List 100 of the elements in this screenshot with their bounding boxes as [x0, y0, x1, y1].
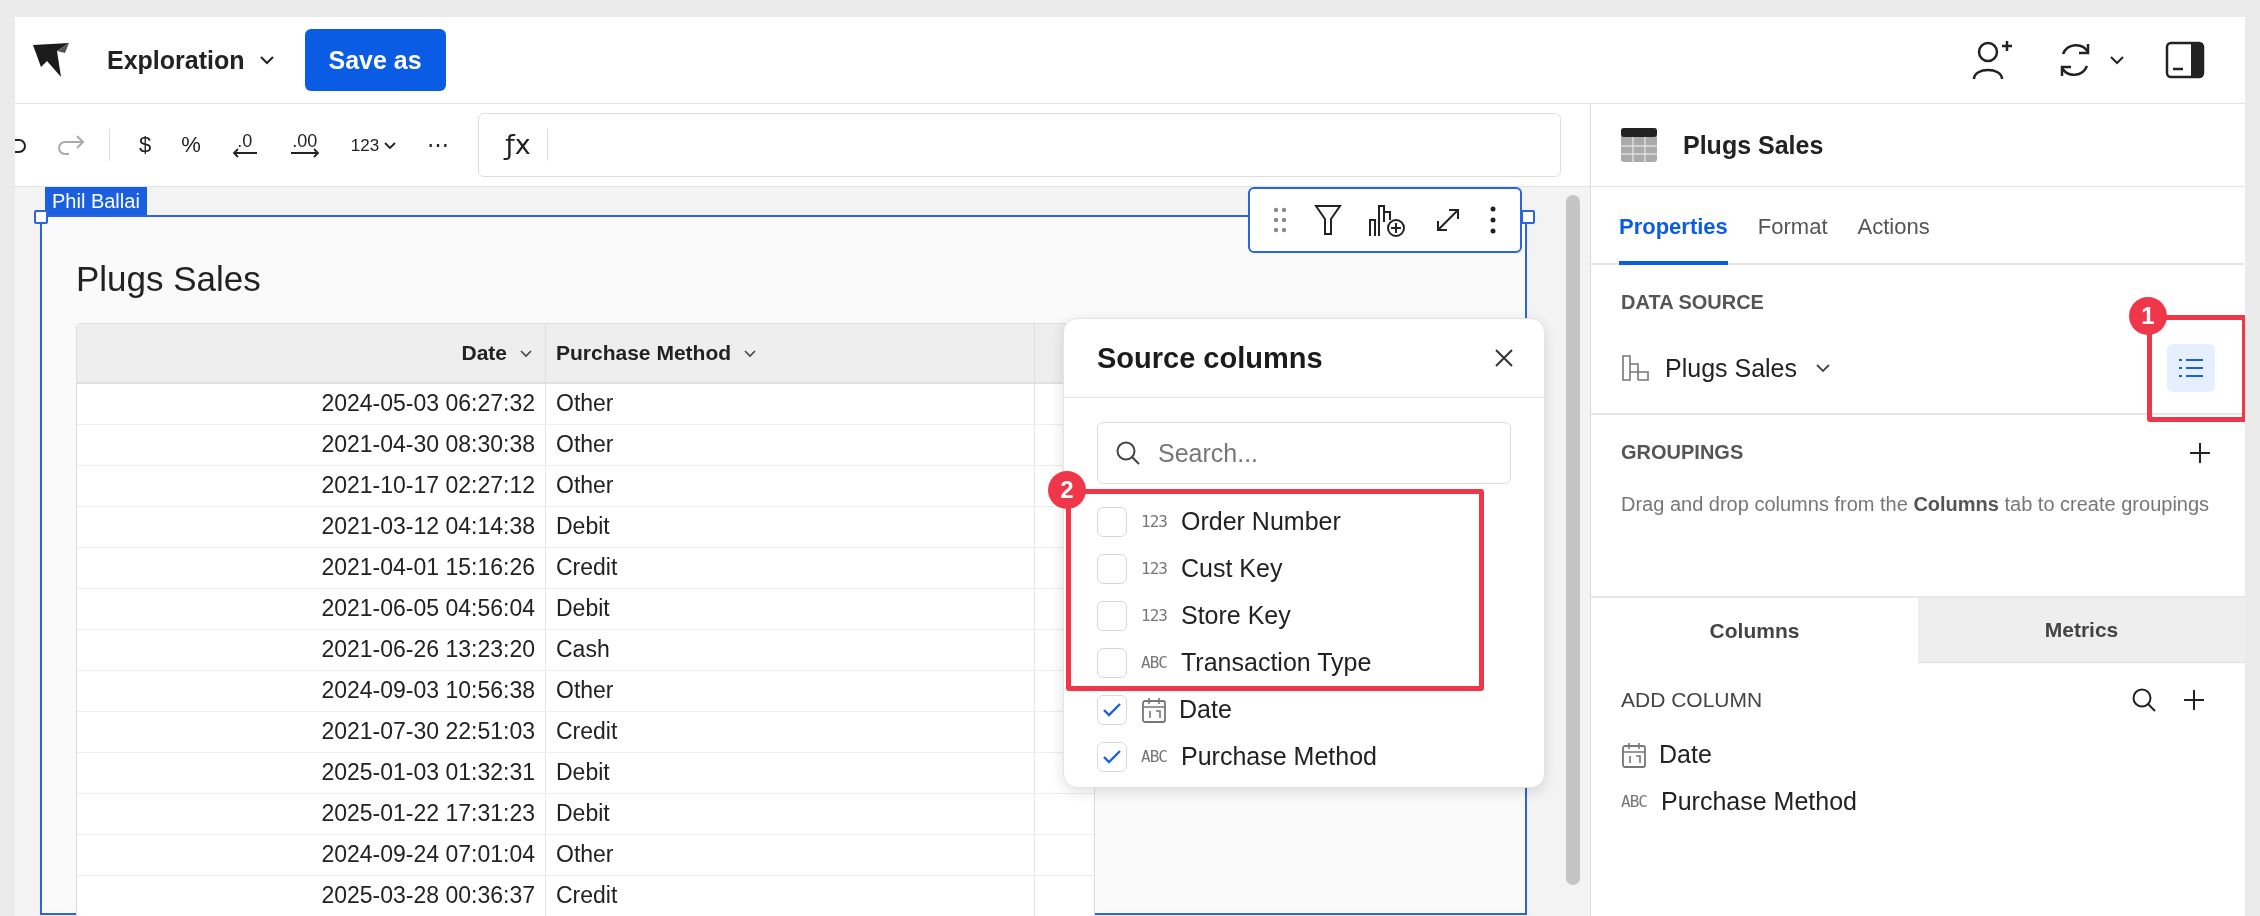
filter-icon[interactable]: [1313, 204, 1342, 236]
table-cell: 2021-06-26 13:23:20: [77, 630, 546, 670]
checkbox[interactable]: [1097, 553, 1127, 584]
table-cell: Other: [546, 384, 1035, 424]
column-name[interactable]: Date: [1659, 740, 1712, 769]
table-cell: 2025-01-22 17:31:23: [77, 794, 546, 834]
table-cell: Other: [546, 466, 1035, 506]
element-title: Plugs Sales: [76, 258, 262, 300]
function-label: ƒx: [503, 128, 532, 162]
groupings-hint: Drag and drop columns from the Columns tab to create groupings: [1621, 492, 2211, 517]
table-cell: 2024-09-03 10:56:38: [77, 671, 546, 711]
panel-tab[interactable]: Metrics: [1918, 598, 2245, 663]
logo-icon: [31, 41, 71, 79]
section-heading: DATA SOURCE: [1621, 291, 1765, 314]
column-header[interactable]: Purchase Method: [546, 324, 1035, 382]
table-cell: Debit: [546, 507, 1035, 547]
search-icon: [1115, 440, 1141, 466]
section-heading: ADD COLUMN: [1621, 688, 1763, 712]
checkbox[interactable]: [1097, 647, 1127, 678]
table-cell: 2021-03-12 04:14:38: [77, 507, 546, 547]
caret-icon: [258, 55, 275, 65]
formula-bar[interactable]: ƒx: [478, 113, 1562, 177]
column-name: Order Number: [1181, 507, 1341, 536]
table-cell: 2021-04-01 15:16:26: [77, 548, 546, 588]
add-user-icon[interactable]: [1971, 39, 2015, 81]
close-icon[interactable]: [1494, 348, 1514, 368]
caret-icon: [1815, 363, 1832, 373]
column-name: Purchase Method: [1181, 742, 1377, 771]
table-cell: 2021-04-30 08:30:38: [77, 425, 546, 465]
type-label: 123: [1141, 512, 1168, 531]
table-cell: Other: [546, 671, 1035, 711]
add-icon[interactable]: [2183, 689, 2205, 711]
calendar-icon: [1621, 740, 1647, 769]
table-cell: Other: [546, 425, 1035, 465]
table-cell: Credit: [546, 548, 1035, 588]
step-badge: 1: [2129, 297, 2167, 335]
type-label: ABC: [1141, 747, 1168, 766]
table-cell: 2021-10-17 02:27:12: [77, 466, 546, 506]
check-icon: [1102, 748, 1122, 765]
panel-tab[interactable]: Format: [1757, 187, 1828, 265]
format-button[interactable]: $: [127, 120, 164, 170]
column-name: Date: [1179, 695, 1232, 724]
format-button[interactable]: .0: [218, 120, 271, 170]
more-icon[interactable]: [1488, 206, 1497, 234]
caret-icon[interactable]: [2109, 55, 2125, 65]
column-header[interactable]: Date: [77, 324, 546, 382]
source-columns-button[interactable]: [2167, 344, 2215, 392]
table-cell: Other: [546, 835, 1035, 875]
panel-tab[interactable]: Properties: [1619, 187, 1728, 265]
table-cell: 2021-06-05 04:56:04: [77, 589, 546, 629]
column-name[interactable]: Purchase Method: [1661, 787, 1857, 816]
add-icon[interactable]: [2189, 441, 2211, 464]
resize-handle[interactable]: [34, 210, 48, 224]
check-icon: [1102, 701, 1122, 718]
table-cell: 2024-05-03 06:27:32: [77, 384, 546, 424]
checkbox[interactable]: [1097, 506, 1127, 537]
list-icon: [2178, 358, 2204, 378]
section-heading: GROUPINGS: [1621, 441, 1744, 464]
table-cell: Credit: [546, 876, 1035, 916]
type-label: ABC: [1621, 792, 1648, 811]
table-cell: 2025-03-28 00:36:37: [77, 876, 546, 916]
column-name: Store Key: [1181, 601, 1291, 630]
popup-title: Source columns: [1097, 341, 1323, 375]
drag-handle-icon[interactable]: [1273, 207, 1288, 233]
caret-icon: [383, 140, 398, 150]
caret-icon[interactable]: [743, 348, 758, 358]
left-arrow-icon: [230, 148, 259, 158]
checkbox[interactable]: [1097, 694, 1127, 725]
panel-title: Plugs Sales: [1683, 130, 1824, 160]
checkbox[interactable]: [1097, 741, 1127, 772]
table-cell: Cash: [546, 630, 1035, 670]
panel-toggle-icon[interactable]: [2165, 41, 2205, 79]
number-format-menu[interactable]: 123: [338, 120, 410, 170]
scrollbar[interactable]: [1565, 195, 1580, 885]
column-title: Date: [461, 341, 507, 365]
save-as-button[interactable]: Save as: [304, 29, 446, 91]
column-name: Transaction Type: [1181, 648, 1372, 677]
format-button[interactable]: ⋯: [415, 120, 462, 170]
type-label: ABC: [1141, 653, 1168, 672]
checkbox[interactable]: [1097, 600, 1127, 631]
add-chart-icon[interactable]: [1367, 202, 1408, 238]
column-name: Cust Key: [1181, 554, 1283, 583]
panel-tab[interactable]: Actions: [1857, 187, 1930, 265]
table-cell: Debit: [546, 794, 1035, 834]
table-icon: [1621, 128, 1657, 162]
right-arrow-icon: [288, 148, 321, 158]
format-button[interactable]: %: [169, 120, 213, 170]
table-cell: Credit: [546, 712, 1035, 752]
table-cell: Debit: [546, 589, 1035, 629]
format-button[interactable]: .00: [276, 120, 333, 170]
type-label: 123: [1141, 559, 1168, 578]
exploration-menu[interactable]: Exploration: [107, 45, 275, 75]
table-cell: 2021-07-30 22:51:03: [77, 712, 546, 752]
search-field[interactable]: Search...: [1097, 422, 1511, 484]
search-icon[interactable]: [2131, 687, 2157, 713]
table-cell: Debit: [546, 753, 1035, 793]
caret-icon[interactable]: [519, 348, 533, 358]
data-source-dropdown[interactable]: Plugs Sales: [1665, 353, 1832, 383]
column-title: Purchase Method: [556, 341, 732, 365]
table-cell: 2024-09-24 07:01:04: [77, 835, 546, 875]
